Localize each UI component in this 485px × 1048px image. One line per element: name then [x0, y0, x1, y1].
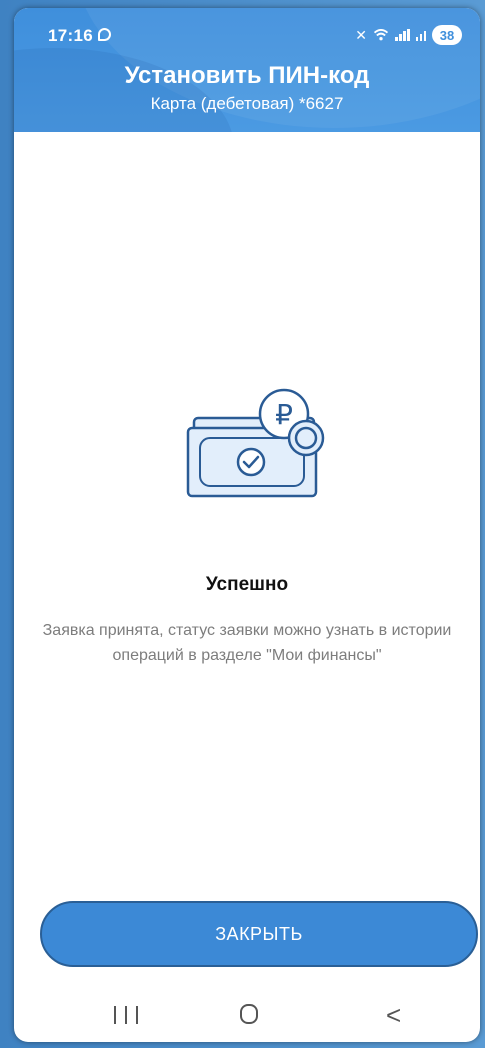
signal-icon-secondary: [415, 29, 426, 41]
phone-screen: 17:16 ✕ 38 Установить ПИН-код Карта (деб…: [14, 8, 480, 1042]
home-icon[interactable]: [240, 1004, 258, 1024]
card-subtitle: Карта (дебетовая) *6627: [150, 94, 344, 113]
wifi-icon: [373, 29, 389, 41]
recent-apps-icon[interactable]: [114, 1006, 138, 1026]
battery-indicator: 38: [432, 25, 462, 45]
screenshot-frame: 17:16 ✕ 38 Установить ПИН-код Карта (деб…: [0, 0, 485, 1048]
close-button[interactable]: ЗАКРЫТЬ: [40, 901, 478, 967]
signal-icon: [395, 29, 410, 41]
page-title: Установить ПИН-код: [124, 62, 370, 89]
status-icons: ✕ 38: [355, 24, 462, 46]
back-icon[interactable]: <: [386, 1002, 401, 1028]
app-header: 17:16 ✕ 38 Установить ПИН-код Карта (деб…: [14, 8, 480, 132]
mute-icon: ✕: [355, 27, 367, 43]
system-navigation-bar: <: [14, 988, 480, 1042]
status-time: 17:16: [48, 26, 93, 45]
message-notification-icon: [98, 28, 111, 41]
banknote-ruble-success-icon: ₽: [186, 388, 325, 498]
result-title: Успешно: [205, 574, 289, 595]
status-bar: 17:16 ✕ 38: [14, 8, 480, 56]
ruble-symbol: ₽: [275, 398, 293, 431]
result-message: Заявка принята, статус заявки можно узна…: [42, 622, 452, 664]
